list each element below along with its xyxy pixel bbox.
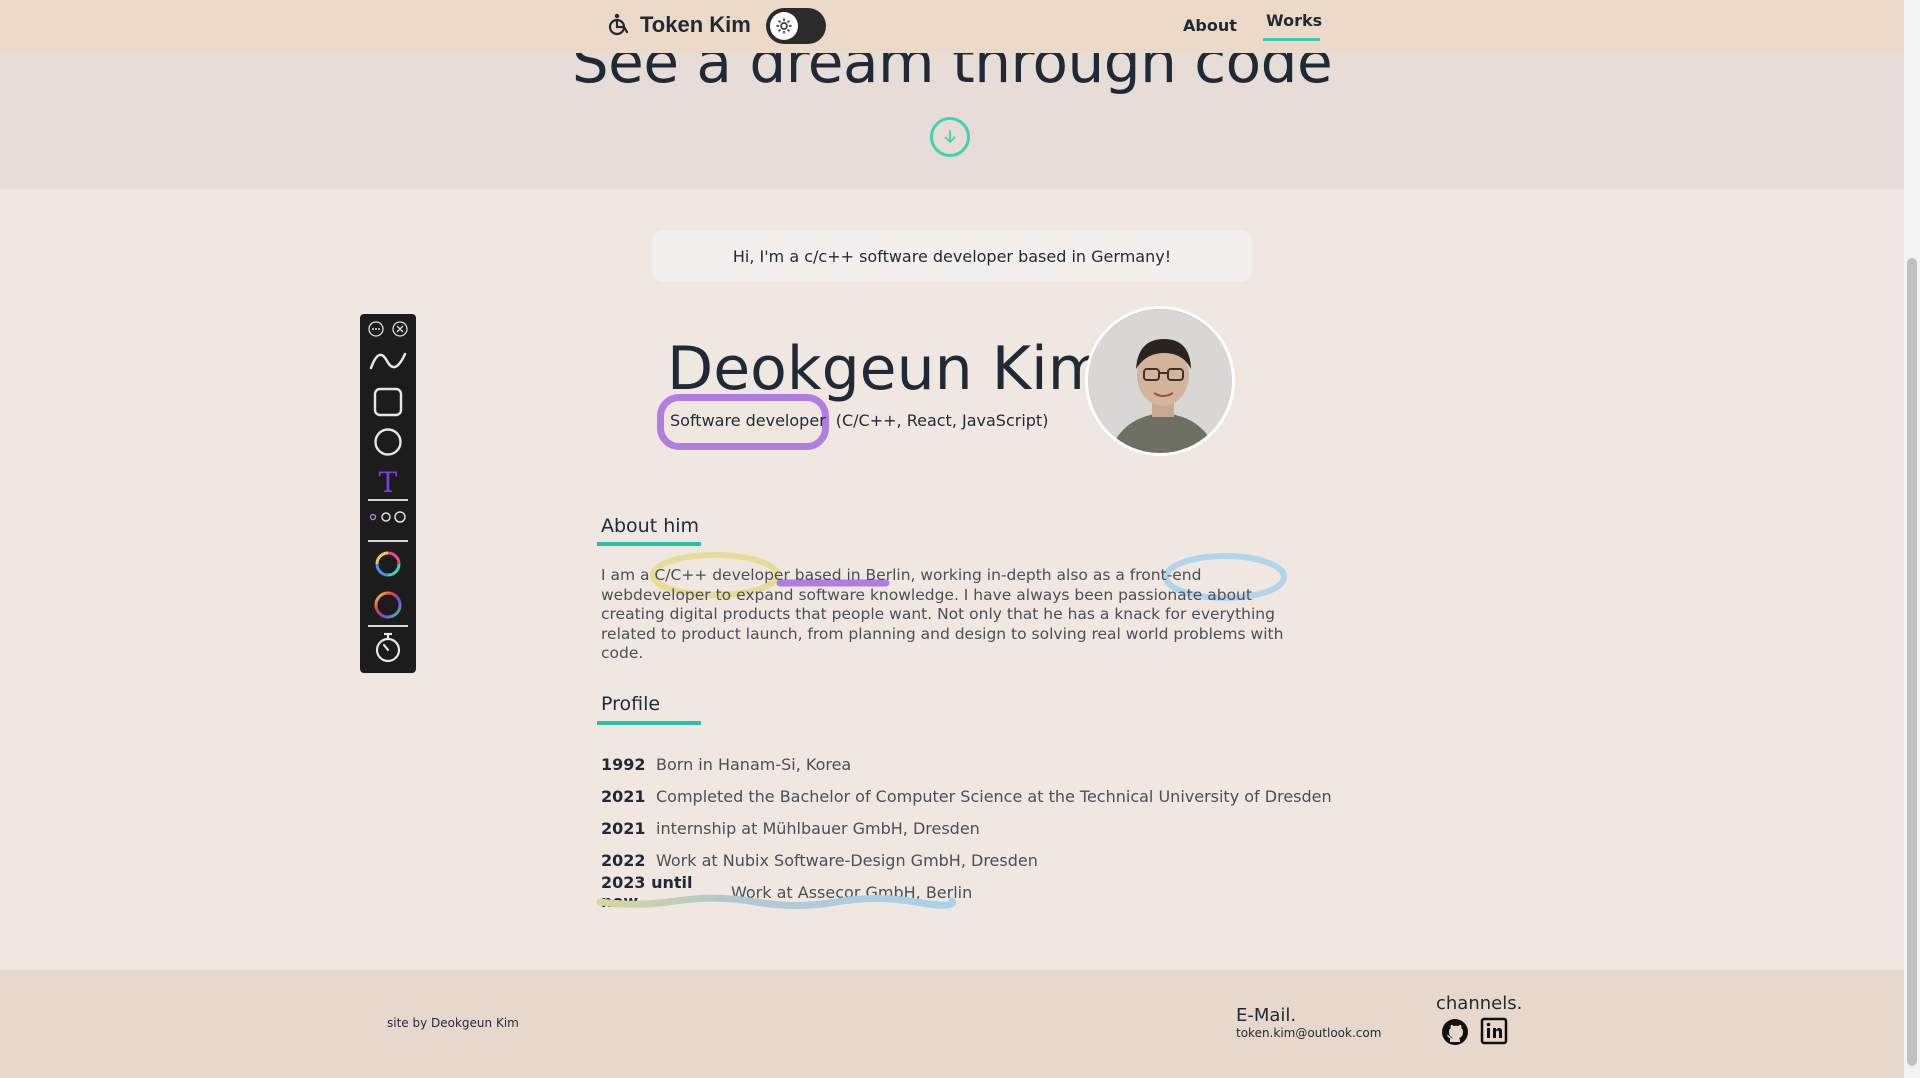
timer-tool[interactable] bbox=[360, 632, 416, 664]
profile-year: 1992 bbox=[601, 754, 646, 774]
text-tool[interactable]: T bbox=[360, 464, 416, 500]
portrait-image bbox=[1088, 309, 1232, 453]
site-header: Token Kim About Works bbox=[0, 0, 1904, 53]
channels-heading: channels. bbox=[1436, 993, 1523, 1014]
more-icon[interactable] bbox=[367, 320, 385, 338]
color-wheel-icon bbox=[374, 591, 402, 619]
close-icon[interactable] bbox=[391, 320, 409, 338]
drawing-toolbar: T bbox=[360, 314, 416, 673]
text-icon: T bbox=[378, 465, 398, 499]
profile-list: 1992 Born in Hanam-Si, Korea 2021 Comple… bbox=[601, 748, 1332, 912]
about-paragraph: I am a C/C++ developer based in Berlin, … bbox=[601, 566, 1284, 662]
toolbar-separator bbox=[368, 499, 408, 501]
about-heading-underline bbox=[597, 542, 701, 546]
active-nav-indicator bbox=[1263, 38, 1320, 41]
avatar bbox=[1085, 306, 1235, 456]
rectangle-icon bbox=[373, 387, 403, 417]
intro-text: Hi, I'm a c/c++ software developer based… bbox=[732, 246, 1172, 266]
profile-heading-underline bbox=[597, 721, 701, 725]
sun-icon bbox=[776, 18, 792, 34]
profile-year: 2022 bbox=[601, 850, 646, 870]
rectangle-tool[interactable] bbox=[360, 387, 416, 417]
stroke-size-icon bbox=[369, 511, 406, 523]
profile-entry: 2021 internship at Mühlbauer GmbH, Dresd… bbox=[601, 812, 1332, 844]
scrollbar-thumb[interactable] bbox=[1907, 258, 1917, 1066]
role-label: Software developer bbox=[670, 411, 826, 430]
profile-year: 2021 bbox=[601, 786, 646, 806]
toolbar-separator bbox=[368, 625, 408, 627]
theme-toggle[interactable] bbox=[766, 8, 826, 44]
gradient-underline-annotation bbox=[596, 894, 956, 909]
intro-banner: Hi, I'm a c/c++ software developer based… bbox=[652, 230, 1252, 282]
stroke-size-tool[interactable] bbox=[360, 509, 416, 525]
logo[interactable]: Token Kim bbox=[606, 12, 751, 38]
logo-text: Token Kim bbox=[640, 12, 751, 37]
timer-icon bbox=[375, 632, 401, 663]
site-credit: site by Deokgeun Kim bbox=[387, 1016, 519, 1030]
skills-label: (C/C++, React, JavaScript) bbox=[835, 411, 1049, 430]
nav-works-link[interactable]: Works bbox=[1266, 11, 1322, 30]
profile-entry: 2022 Work at Nubix Software-Design GmbH,… bbox=[601, 844, 1332, 876]
profile-description: Born in Hanam-Si, Korea bbox=[656, 754, 852, 774]
profile-description: internship at Mühlbauer GmbH, Dresden bbox=[656, 818, 980, 838]
ellipse-icon bbox=[374, 428, 402, 456]
color-picker-tool[interactable] bbox=[360, 590, 416, 620]
email-link[interactable]: token.kim@outlook.com bbox=[1236, 1026, 1381, 1040]
profile-heading: Profile bbox=[601, 693, 661, 715]
knob bbox=[770, 12, 798, 40]
github-icon[interactable] bbox=[1440, 1017, 1470, 1047]
arrow-down-icon bbox=[944, 130, 956, 143]
toolbar-top-controls bbox=[360, 320, 416, 338]
profile-description: Work at Nubix Software-Design GmbH, Dres… bbox=[656, 850, 1038, 870]
about-heading: About him bbox=[601, 515, 700, 537]
freehand-icon bbox=[369, 352, 407, 370]
profile-entry: 1992 Born in Hanam-Si, Korea bbox=[601, 748, 1332, 780]
role-row: Software developer (C/C++, React, JavaSc… bbox=[670, 411, 1048, 430]
profile-year: 2021 bbox=[601, 818, 646, 838]
email-heading: E-Mail. bbox=[1236, 1005, 1297, 1026]
nav-about-link[interactable]: About bbox=[1183, 16, 1237, 35]
profile-description: Completed the Bachelor of Computer Scien… bbox=[656, 786, 1332, 806]
channel-links bbox=[1440, 1017, 1508, 1047]
site-footer bbox=[0, 970, 1904, 1078]
color-cycle-tool[interactable] bbox=[360, 550, 416, 578]
ellipse-tool[interactable] bbox=[360, 427, 416, 457]
profile-entry: 2021 Completed the Bachelor of Computer … bbox=[601, 780, 1332, 812]
freehand-tool[interactable] bbox=[360, 348, 416, 374]
linkedin-icon[interactable] bbox=[1480, 1017, 1508, 1045]
toolbar-separator bbox=[368, 540, 408, 542]
wheelchair-logo-icon bbox=[608, 13, 629, 36]
scroll-down-button[interactable] bbox=[930, 117, 970, 157]
color-cycle-icon bbox=[375, 551, 401, 577]
